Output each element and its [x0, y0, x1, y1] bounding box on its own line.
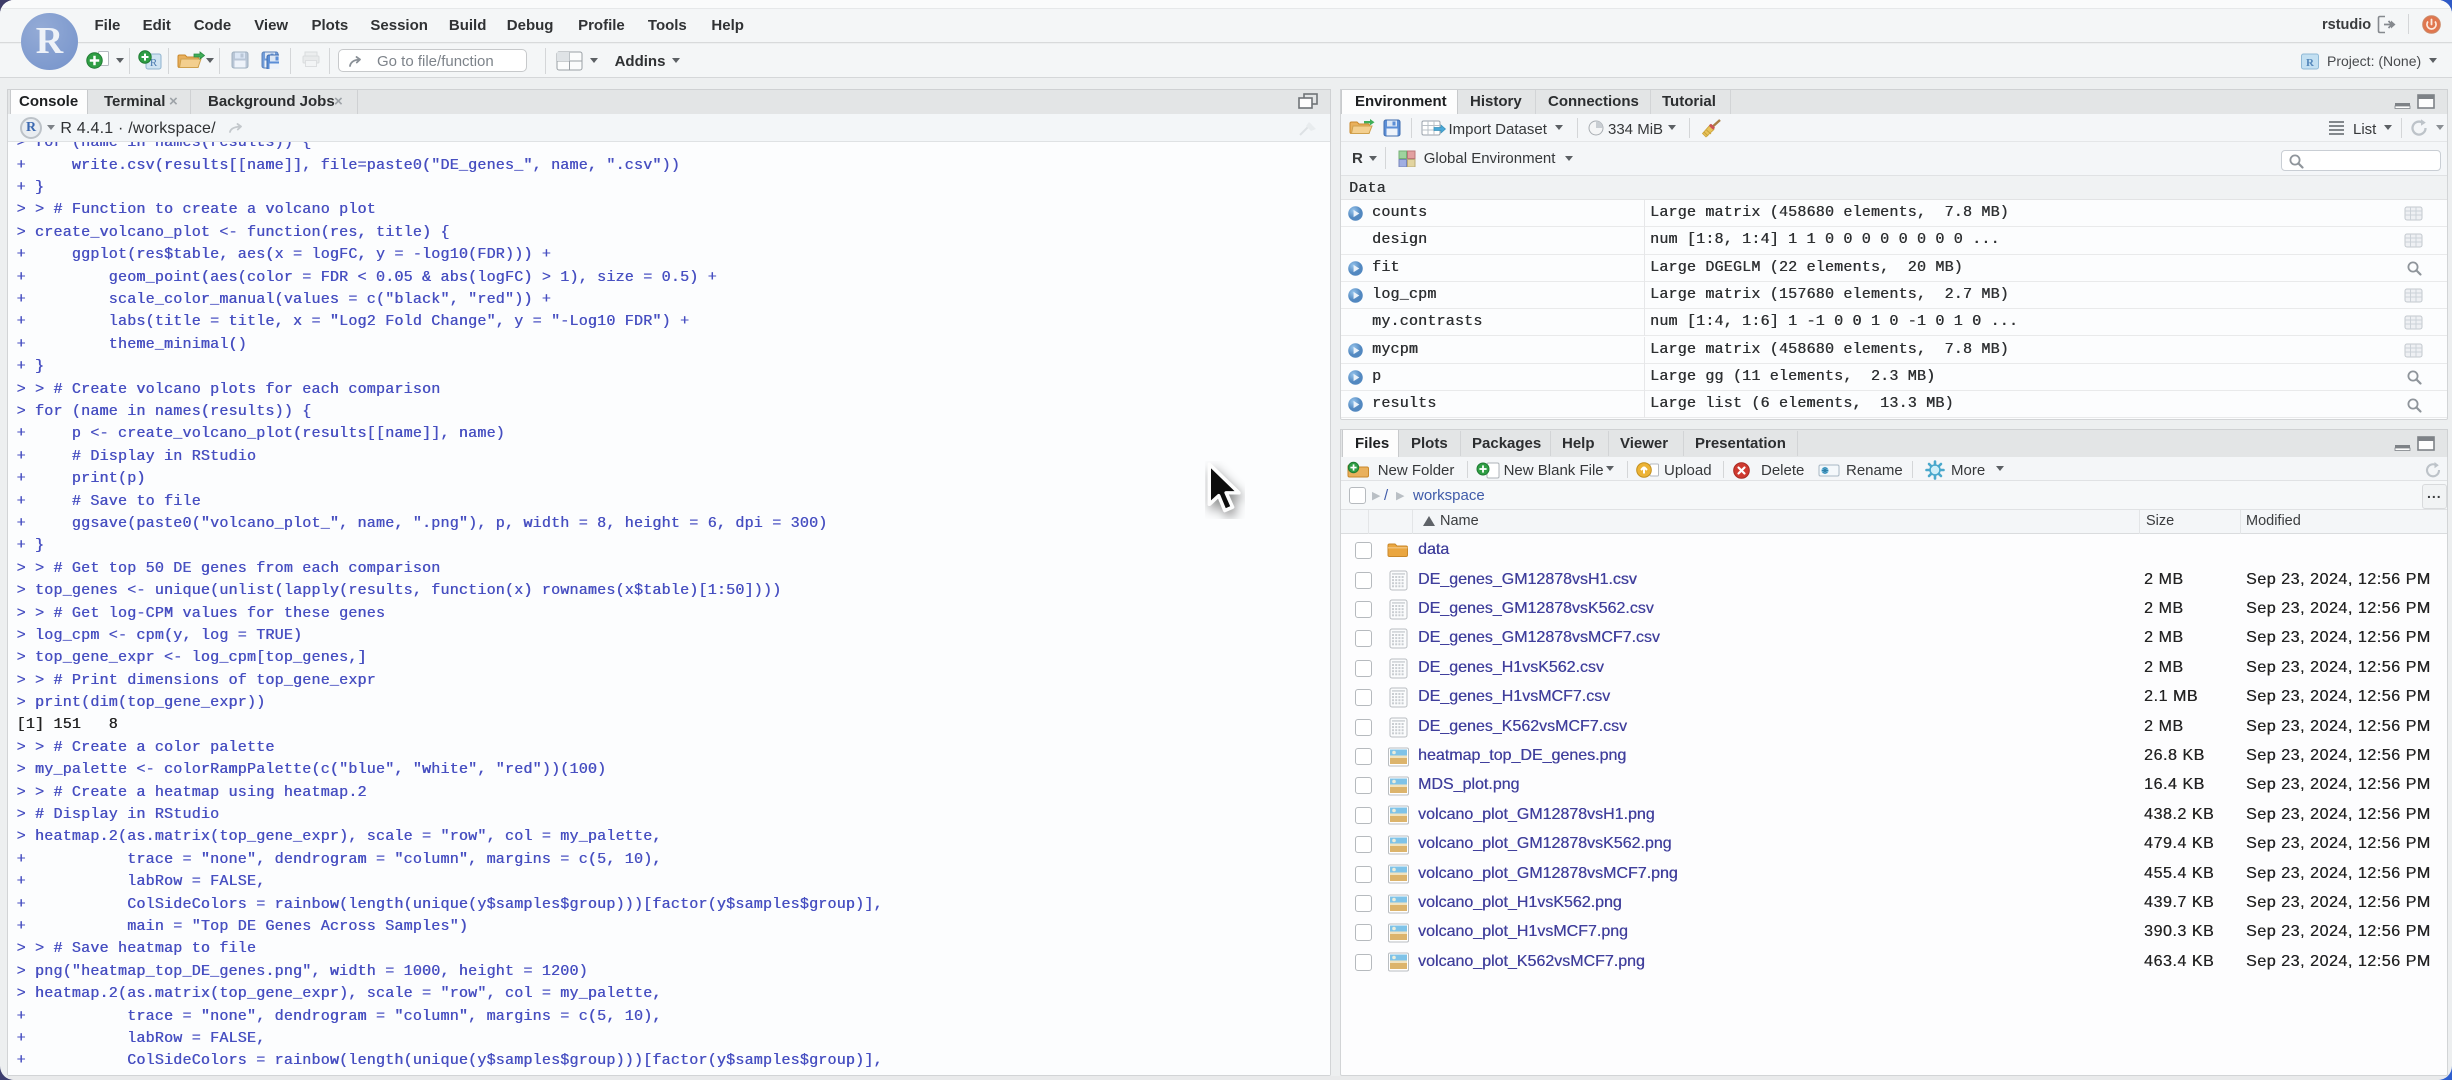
svg-text:R: R	[2306, 57, 2315, 69]
